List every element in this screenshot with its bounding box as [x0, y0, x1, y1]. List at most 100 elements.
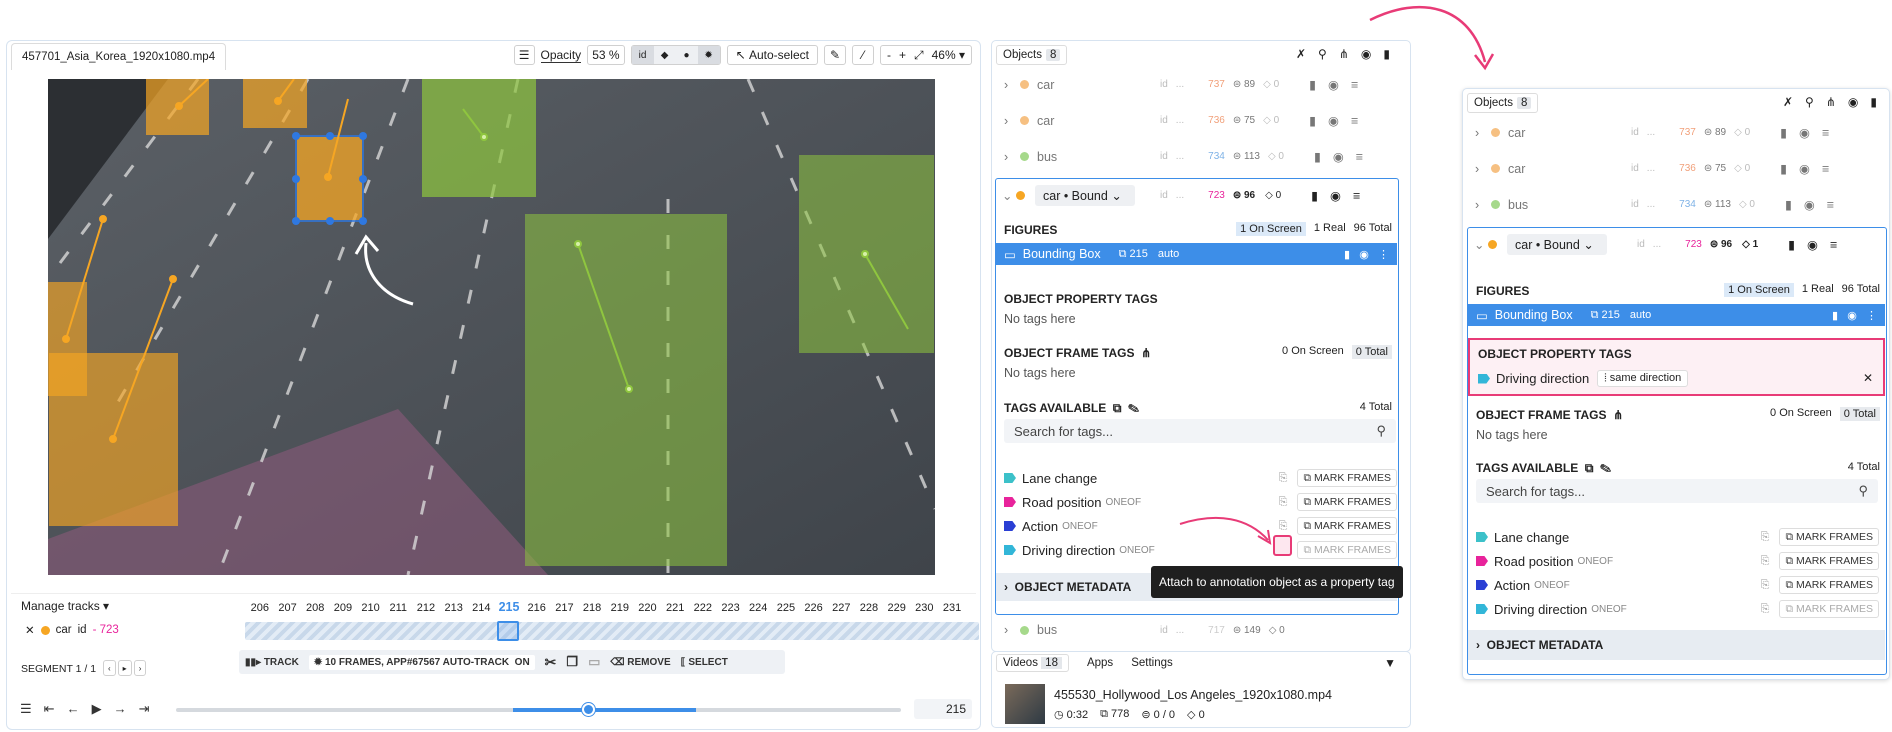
mark-frames-button[interactable]: ⧉ MARK FRAMES	[1779, 528, 1879, 546]
trash-icon[interactable]: ▮	[1383, 47, 1390, 61]
frame-number[interactable]: 217	[551, 602, 579, 614]
trash-icon[interactable]: ▮	[1780, 125, 1787, 140]
eye-icon[interactable]: ◉	[1848, 95, 1858, 109]
frame-number[interactable]: 230	[911, 602, 939, 614]
track-bar[interactable]	[245, 622, 979, 640]
videos-tab[interactable]: Videos 18	[996, 654, 1069, 672]
first-frame-icon[interactable]: ⇤	[44, 701, 55, 717]
settings-icon[interactable]: ☰	[20, 701, 32, 717]
magic-icon[interactable]: ⁄	[851, 45, 874, 65]
chevron-right-icon[interactable]: ›	[1004, 78, 1014, 92]
copy-icon[interactable]: ❐	[566, 654, 578, 670]
scissors-icon[interactable]: ✂	[545, 654, 557, 671]
frame-number[interactable]: 220	[634, 602, 662, 614]
current-frame-marker[interactable]	[497, 621, 519, 641]
available-tag[interactable]: Action ONEOF ⎘ ⧉ MARK FRAMES	[1476, 576, 1879, 594]
next-segment-button[interactable]: ›	[133, 660, 147, 676]
attach-icon[interactable]: ⎘	[1761, 603, 1770, 616]
slider-thumb[interactable]	[582, 703, 595, 716]
hide-icon[interactable]: ✗	[1783, 95, 1793, 109]
trash-icon[interactable]: ▮	[1314, 149, 1321, 164]
track-button[interactable]: ▮▮▸ TRACK	[245, 657, 299, 668]
list-add-icon[interactable]: ≡	[1822, 126, 1829, 140]
mark-frames-button[interactable]: ⧉ MARK FRAMES	[1779, 552, 1879, 570]
object-row-car[interactable]: › car id... 736 ⊜ 75 ◇ 0 ▮ ◉ ≡	[1463, 161, 1891, 177]
frame-number[interactable]: 206	[246, 602, 274, 614]
frame-number[interactable]: 213	[440, 602, 468, 614]
mark-frames-button[interactable]: ⧉ MARK FRAMES	[1297, 541, 1397, 559]
bounding-box-row[interactable]: ▭ Bounding Box ⧉ 215 auto ▮ ◉ ⋮	[1468, 304, 1885, 326]
frame-number[interactable]: 225	[772, 602, 800, 614]
selected-object-row[interactable]: ⌄ car • Bound ⌄ id ... 723 ⊜ 96 ◇ 0 ▮ ◉ …	[1002, 185, 1402, 206]
file-tab[interactable]: 457701_Asia_Korea_1920x1080.mp4	[11, 42, 227, 70]
remove-button[interactable]: ⌫ REMOVE	[610, 657, 670, 668]
mark-frames-button[interactable]: ⧉ MARK FRAMES	[1297, 469, 1397, 487]
objects-tab[interactable]: Objects 8	[1467, 93, 1539, 113]
frame-number[interactable]: 216	[523, 602, 551, 614]
frame-number[interactable]: 211	[384, 602, 412, 614]
settings-tab[interactable]: Settings	[1131, 657, 1173, 669]
eye-icon[interactable]: ◉	[1333, 149, 1344, 164]
frame-input[interactable]: 215	[914, 699, 972, 719]
mark-frames-button[interactable]: ⧉ MARK FRAMES	[1297, 493, 1397, 511]
eye-icon[interactable]: ◉	[1330, 188, 1341, 203]
frame-number[interactable]: 215	[495, 600, 523, 614]
frame-number[interactable]: 210	[357, 602, 385, 614]
objects-tab[interactable]: Objects 8	[996, 45, 1068, 65]
frame-number[interactable]: 227	[827, 602, 855, 614]
frame-number[interactable]: 218	[578, 602, 606, 614]
object-row-car[interactable]: › car id... 736 ⊜ 75 ◇ 0 ▮ ◉ ≡	[992, 113, 1412, 129]
close-icon[interactable]: ✕	[25, 623, 35, 637]
zoom-select[interactable]: 46% ▾	[932, 48, 965, 62]
filter-icon[interactable]: ▼	[1384, 656, 1396, 670]
property-tag[interactable]: Driving direction ⦙ same direction	[1478, 370, 1689, 387]
eye-icon[interactable]: ◉	[1799, 125, 1810, 140]
manage-tracks-button[interactable]: Manage tracks ▾	[21, 599, 109, 613]
video-thumbnail[interactable]	[1005, 684, 1045, 724]
trash-icon[interactable]: ▮	[1785, 197, 1792, 212]
filter-icon[interactable]: ⚲	[1318, 47, 1327, 61]
attach-icon[interactable]: ⎘	[1279, 496, 1288, 509]
trash-icon[interactable]: ▮	[1788, 237, 1795, 252]
filter-icon[interactable]: ⚲	[1805, 95, 1814, 109]
trash-icon[interactable]: ▮	[1870, 95, 1877, 109]
frame-number[interactable]: 228	[855, 602, 883, 614]
frame-number[interactable]: 209	[329, 602, 357, 614]
tag-search-input[interactable]: Search for tags... ⚲	[1004, 419, 1396, 443]
object-row-bus[interactable]: › bus id... 734 ⊜ 113 ◇ 0 ▮ ◉ ≡	[1463, 197, 1891, 213]
object-row-bus[interactable]: › bus id ... 717 ⊜ 149 ◇ 0	[992, 623, 1412, 637]
available-tag[interactable]: Lane change ⎘ ⧉ MARK FRAMES	[1476, 528, 1879, 546]
attach-icon[interactable]: ⎘	[1761, 555, 1770, 568]
list-add-icon[interactable]: ≡	[1356, 150, 1363, 164]
frame-number[interactable]: 214	[468, 602, 496, 614]
next-frame-icon[interactable]: →	[114, 701, 127, 717]
frame-number[interactable]: 219	[606, 602, 634, 614]
list-add-icon[interactable]: ≡	[1351, 114, 1358, 128]
list-add-icon[interactable]: ≡	[1827, 198, 1834, 212]
eye-icon[interactable]: ◉	[1328, 77, 1339, 92]
selected-object-row[interactable]: ⌄ car • Bound ⌄ id ... 723 ⊜ 96 ◇ 1 ▮ ◉ …	[1474, 234, 1884, 255]
frame-number[interactable]: 222	[689, 602, 717, 614]
frame-number[interactable]: 223	[717, 602, 745, 614]
prev-segment-button[interactable]: ‹	[103, 660, 116, 676]
bounding-box-row[interactable]: ▭ Bounding Box ⧉ 215 auto ▮ ◉ ⋮	[996, 243, 1397, 265]
track-row[interactable]: ✕ car id - 723	[25, 623, 119, 637]
list-add-icon[interactable]: ≡	[1351, 78, 1358, 92]
attach-icon[interactable]: ⎘	[1279, 520, 1288, 533]
available-tag[interactable]: Road position ONEOF ⎘ ⧉ MARK FRAMES	[1004, 493, 1397, 511]
close-icon[interactable]: ✕	[1863, 371, 1873, 385]
gear-icon[interactable]: ✹	[697, 46, 720, 64]
object-class-select[interactable]: car • Bound ⌄	[1507, 234, 1607, 255]
last-frame-icon[interactable]: ⇥	[139, 701, 150, 717]
object-row-bus[interactable]: › bus id... 734 ⊜ 113 ◇ 0 ▮ ◉ ≡	[992, 149, 1412, 165]
frame-number[interactable]: 208	[301, 602, 329, 614]
play-icon[interactable]: ▶	[92, 701, 102, 717]
trash-icon[interactable]: ▮	[1311, 188, 1318, 203]
play-segment-button[interactable]: ▸	[117, 660, 132, 676]
frame-number[interactable]: 226	[800, 602, 828, 614]
available-tag[interactable]: Road position ONEOF ⎘ ⧉ MARK FRAMES	[1476, 552, 1879, 570]
chevron-right-icon[interactable]: ›	[1004, 150, 1014, 164]
mark-frames-button[interactable]: ⧉ MARK FRAMES	[1297, 517, 1397, 535]
video-frame[interactable]	[48, 79, 935, 575]
frame-number[interactable]: 207	[274, 602, 302, 614]
